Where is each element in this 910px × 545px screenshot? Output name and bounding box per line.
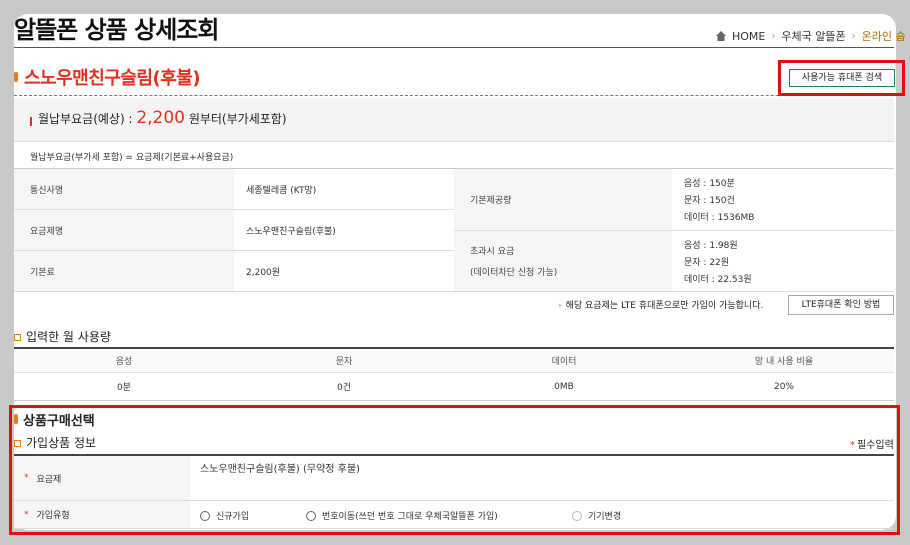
usage-header-voice: 음성	[115, 357, 133, 367]
usage-section-title: 입력한 월 사용량	[14, 328, 111, 345]
join-type-label: * 가입유형	[14, 501, 190, 528]
usage-value-row: 0분 0건 0MB 20%	[14, 373, 894, 401]
join-type-options: 신규가입 번호이동(쓰던 번호 그대로 우체국알뜰폰 가입) 기기변경	[200, 501, 890, 528]
radio-circle-icon[interactable]	[572, 510, 582, 521]
fee-formula: 월납부요금(부가세 포함) = 요금제(기본료+사용요금)	[30, 153, 234, 163]
required-note-text: 필수입력	[857, 440, 894, 451]
overage-label: 초과시 요금 (데이터차단 신청 가능)	[454, 231, 672, 292]
fee-label: 월납부요금(예상) :	[38, 112, 137, 126]
bullet-icon	[14, 72, 18, 82]
required-star-icon: *	[850, 440, 855, 451]
title-divider	[14, 47, 894, 48]
chevron-right-icon: ›	[771, 30, 776, 42]
join-type-device-change-label: 기기변경	[588, 512, 622, 522]
usage-table: 음성 문자 데이터 망 내 사용 비율 0분 0건 0MB 20%	[14, 347, 894, 401]
radio-circle-icon[interactable]	[306, 510, 316, 521]
plan-value: 스노우맨친구슬림(후불)	[234, 210, 454, 251]
monthly-fee-box: 월납부요금(예상) : 2,200 원부터(부가세포함)	[14, 98, 894, 142]
overage-label-line2: (데이터차단 신청 가능)	[470, 268, 558, 278]
product-title-row: 스노우맨친구슬림(후불)	[14, 62, 894, 96]
join-type-port-label: 번호이동(쓰던 번호 그대로 우체국알뜰폰 가입)	[322, 512, 498, 522]
plan-row-label-text: 요금제	[36, 474, 62, 485]
lte-notice: › 해당 요금제는 LTE 휴대폰으로만 가입이 가능합니다.	[558, 298, 763, 311]
plan-row-value: 스노우맨친구슬림(후불) (무약정 후불)	[200, 464, 360, 475]
lte-notice-text: 해당 요금제는 LTE 휴대폰으로만 가입이 가능합니다.	[565, 301, 764, 311]
page-title: 알뜰폰 상품 상세조회	[14, 16, 219, 44]
fee-amount: 2,200	[136, 108, 185, 128]
join-type-label-text: 가입유형	[36, 511, 70, 521]
breadcrumb-mvno[interactable]: 우체국 알뜰폰	[781, 28, 845, 44]
usage-value-data: 0MB	[554, 381, 574, 392]
search-button-highlight: 사용가능 휴대폰 검색	[778, 60, 905, 96]
plan-row-label: * 요금제	[14, 456, 190, 500]
compatible-phone-search-button[interactable]: 사용가능 휴대폰 검색	[789, 69, 895, 87]
usage-value-ratio: 20%	[773, 381, 794, 392]
home-icon	[716, 31, 726, 41]
usage-title-text: 입력한 월 사용량	[26, 330, 111, 344]
arrow-right-icon: ›	[558, 301, 562, 311]
plan-row: * 요금제 스노우맨친구슬림(후불) (무약정 후불)	[14, 456, 894, 501]
usage-value-sms: 0건	[336, 383, 351, 393]
plan-info-table: 통신사명 세종텔레콤 (KT망) 요금제명 스노우맨친구슬림(후불) 기본료 2…	[14, 168, 894, 292]
usage-value-voice: 0분	[116, 383, 131, 393]
breadcrumb-home[interactable]: HOME	[732, 30, 765, 43]
radio-circle-icon[interactable]	[200, 510, 210, 521]
carrier-label: 통신사명	[14, 169, 234, 210]
bullet-icon	[14, 414, 18, 424]
product-name: 스노우맨친구슬림(후불)	[24, 68, 201, 89]
overage-label-line1: 초과시 요금	[470, 247, 515, 257]
required-star-icon: *	[24, 509, 29, 520]
lte-check-button[interactable]: LTE휴대폰 확인 방법	[788, 295, 894, 315]
overage-values: 음성 : 1.98원 문자 : 22원 데이터 : 22.53원	[672, 231, 894, 292]
required-star-icon: *	[24, 473, 29, 483]
provided-label: 기본제공량	[454, 169, 672, 231]
breadcrumb: HOME › 우체국 알뜰폰 › 온라인 숍	[716, 28, 906, 44]
usage-header-row: 음성 문자 데이터 망 내 사용 비율	[14, 349, 894, 373]
overage-voice: 음성 : 1.98원	[684, 240, 738, 251]
usage-header-sms: 문자	[335, 357, 353, 367]
usage-header-ratio: 망 내 사용 비율	[754, 357, 814, 367]
fee-bar-icon	[30, 117, 32, 126]
join-info-table: * 요금제 스노우맨친구슬림(후불) (무약정 후불) * 가입유형 신규가입 번호…	[14, 454, 894, 529]
purchase-section-title: 상품구매선택	[23, 414, 95, 429]
plan-label: 요금제명	[14, 210, 234, 251]
carrier-value: 세종텔레콤 (KT망)	[234, 169, 454, 210]
join-type-port-radio[interactable]: 번호이동(쓰던 번호 그대로 우체국알뜰폰 가입)	[306, 509, 498, 522]
monthly-fee-text: 월납부요금(예상) : 2,200 원부터(부가세포함)	[38, 108, 287, 128]
square-bullet-icon	[14, 334, 21, 341]
provided-values: 음성 : 150분 문자 : 150건 데이터 : 1536MB	[672, 169, 894, 231]
join-info-title: 가입상품 정보	[14, 434, 96, 451]
join-type-new-label: 신규가입	[216, 512, 250, 522]
base-fee-value: 2,200원	[234, 251, 454, 292]
overage-sms: 문자 : 22원	[684, 257, 730, 268]
chevron-right-icon: ›	[851, 30, 856, 42]
overage-data: 데이터 : 22.53원	[684, 274, 752, 285]
provided-data: 데이터 : 1536MB	[684, 213, 755, 223]
join-type-device-change-radio[interactable]: 기기변경	[572, 509, 621, 522]
required-note: * 필수입력	[850, 436, 894, 451]
join-info-title-text: 가입상품 정보	[26, 436, 97, 450]
provided-sms: 문자 : 150건	[684, 196, 735, 206]
join-type-row: * 가입유형 신규가입 번호이동(쓰던 번호 그대로 우체국알뜰폰 가입) 기기변…	[14, 501, 894, 529]
fee-suffix: 원부터(부가세포함)	[185, 112, 287, 126]
base-fee-label: 기본료	[14, 251, 234, 292]
usage-header-data: 데이터	[551, 357, 577, 367]
provided-voice: 음성 : 150분	[684, 179, 735, 189]
join-type-new-radio[interactable]: 신규가입	[200, 509, 249, 522]
breadcrumb-online-shop[interactable]: 온라인 숍	[862, 28, 906, 44]
square-bullet-icon	[14, 440, 21, 447]
